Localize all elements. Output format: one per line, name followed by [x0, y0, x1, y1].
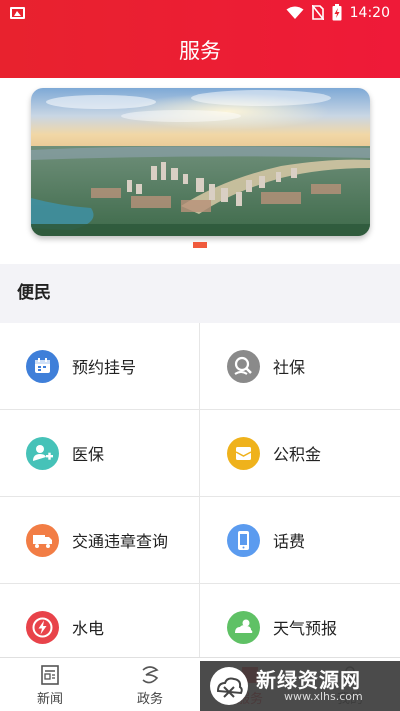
- lightning-icon: [26, 610, 59, 644]
- service-label: 预约挂号: [72, 358, 137, 377]
- person-plus-icon: [26, 436, 59, 470]
- envelope-icon: [227, 436, 260, 470]
- page-title: 服务: [0, 27, 400, 78]
- banner-carousel[interactable]: [31, 88, 370, 236]
- calendar-icon: [26, 349, 59, 383]
- battery-charging-icon: [332, 4, 342, 21]
- service-label: 天气预报: [273, 619, 338, 638]
- phone-icon: [227, 523, 260, 557]
- cloud-sun-icon: [227, 610, 260, 644]
- wifi-icon: [286, 6, 304, 19]
- tab-label: 新闻: [36, 692, 63, 707]
- watermark-logo: [210, 667, 248, 705]
- carousel-indicator: [193, 242, 207, 248]
- service-medical-insurance[interactable]: 医保: [0, 410, 200, 496]
- service-label: 医保: [72, 445, 105, 464]
- section-title: 便民: [0, 264, 400, 323]
- news-icon: [41, 665, 59, 685]
- site-watermark: 新绿资源网 www.xlhs.com: [200, 661, 400, 711]
- government-icon: [142, 666, 159, 684]
- service-row: 医保 公积金: [0, 410, 400, 497]
- service-label: 公积金: [273, 445, 322, 464]
- magnifier-person-icon: [227, 349, 260, 383]
- service-label: 话费: [273, 532, 306, 551]
- status-time: 14:20: [349, 4, 390, 21]
- watermark-url: www.xlhs.com: [284, 690, 363, 703]
- image-notification-icon: [10, 7, 25, 19]
- no-sim-icon: [311, 5, 324, 20]
- service-row: 交通违章查询 话费: [0, 497, 400, 584]
- service-label: 交通违章查询: [72, 532, 169, 551]
- service-appointment[interactable]: 预约挂号: [0, 323, 200, 409]
- tab-news[interactable]: 新闻: [0, 658, 100, 711]
- status-bar: 14:20: [0, 0, 400, 27]
- city-aerial-image: [31, 88, 370, 236]
- system-icons: 14:20: [286, 4, 390, 21]
- service-grid: 预约挂号 社保 医保 公积金 交通违章查询 话费 水电 天气预报: [0, 323, 400, 671]
- tab-label: 政务: [136, 692, 163, 707]
- service-social-security[interactable]: 社保: [200, 323, 400, 409]
- truck-icon: [26, 523, 59, 557]
- service-label: 水电: [72, 619, 105, 638]
- tab-government[interactable]: 政务: [100, 658, 200, 711]
- service-row: 预约挂号 社保: [0, 323, 400, 410]
- banner-section: [0, 78, 400, 264]
- watermark-title: 新绿资源网: [256, 668, 361, 692]
- service-housing-fund[interactable]: 公积金: [200, 410, 400, 496]
- service-phone-bill[interactable]: 话费: [200, 497, 400, 583]
- service-traffic-violation[interactable]: 交通违章查询: [0, 497, 200, 583]
- service-label: 社保: [273, 358, 306, 377]
